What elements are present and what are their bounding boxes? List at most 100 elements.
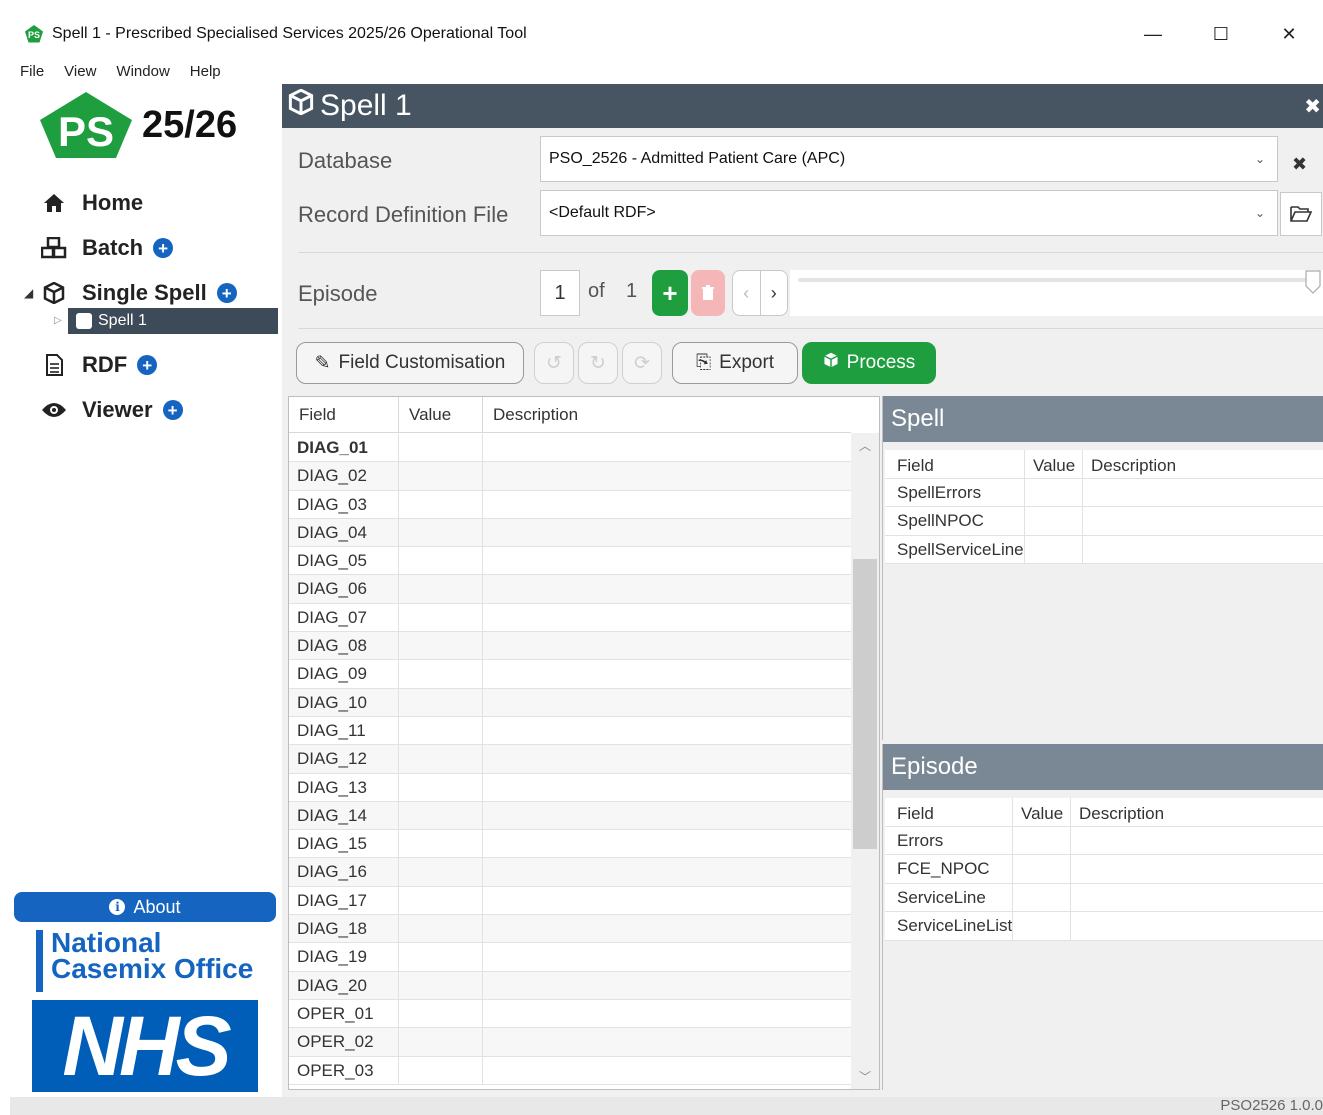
value-cell[interactable] [399, 773, 483, 801]
column-description[interactable]: Description [483, 397, 851, 432]
value-cell[interactable] [399, 490, 483, 518]
value-cell[interactable] [399, 575, 483, 603]
value-cell[interactable] [399, 434, 483, 462]
table-row[interactable]: FCE_NPOC [885, 855, 1323, 884]
refresh-button[interactable]: ⟳ [622, 342, 662, 384]
menu-window[interactable]: Window [106, 63, 179, 80]
value-cell[interactable] [399, 547, 483, 575]
nav-batch[interactable]: Batch + [40, 235, 174, 261]
table-row[interactable]: SpellNPOC [885, 507, 1323, 536]
value-cell[interactable] [399, 603, 483, 632]
value-cell[interactable] [399, 915, 483, 943]
tree-item-spell-1[interactable]: Spell 1 [68, 308, 278, 334]
collapse-arrow-icon[interactable]: ◢ [24, 286, 33, 300]
table-row[interactable]: DIAG_05 [289, 547, 851, 576]
table-row[interactable]: DIAG_11 [289, 716, 851, 746]
table-row[interactable]: DIAG_10 [289, 688, 851, 717]
table-row[interactable]: DIAG_12 [289, 745, 851, 774]
table-row[interactable]: DIAG_14 [289, 801, 851, 831]
scroll-down-icon[interactable]: ﹀ [851, 1068, 879, 1085]
expand-arrow-icon[interactable]: ▷ [54, 315, 62, 326]
previous-episode-button[interactable]: ‹ [733, 271, 760, 315]
column-value[interactable]: Value [399, 397, 483, 432]
minimize-button[interactable]: — [1119, 10, 1187, 58]
table-row[interactable]: DIAG_01 [289, 434, 851, 463]
add-episode-button[interactable]: + [652, 270, 688, 316]
menu-file[interactable]: File [10, 63, 54, 80]
table-row[interactable]: DIAG_08 [289, 632, 851, 661]
table-row[interactable]: DIAG_16 [289, 858, 851, 887]
menu-view[interactable]: View [54, 63, 106, 80]
value-cell[interactable] [399, 660, 483, 688]
scroll-up-icon[interactable]: ︿ [851, 437, 879, 454]
table-row[interactable]: DIAG_13 [289, 773, 851, 802]
table-row[interactable]: DIAG_03 [289, 490, 851, 519]
database-select[interactable]: PSO_2526 - Admitted Patient Care (APC) ⌄ [540, 136, 1278, 182]
about-button[interactable]: i About [14, 892, 276, 922]
value-cell[interactable] [399, 801, 483, 830]
value-cell[interactable] [399, 716, 483, 745]
table-row[interactable]: DIAG_19 [289, 943, 851, 972]
field-customisation-button[interactable]: ✎ Field Customisation [296, 342, 524, 384]
field-cell: DIAG_08 [289, 632, 399, 660]
undo-button[interactable]: ↺ [534, 342, 574, 384]
close-tab-icon[interactable]: ✖ [1304, 94, 1321, 119]
value-cell[interactable] [399, 830, 483, 858]
episode-slider[interactable] [790, 270, 1323, 316]
value-cell[interactable] [399, 745, 483, 773]
value-cell[interactable] [399, 1028, 483, 1056]
table-row[interactable]: DIAG_15 [289, 830, 851, 859]
table-row[interactable]: ServiceLine [885, 883, 1323, 912]
table-row[interactable]: OPER_03 [289, 1056, 851, 1085]
process-button[interactable]: Process [802, 342, 936, 384]
rdf-select[interactable]: <Default RDF> ⌄ [540, 190, 1278, 236]
table-row[interactable]: DIAG_09 [289, 660, 851, 689]
table-row[interactable]: DIAG_04 [289, 518, 851, 548]
add-rdf-icon[interactable]: + [137, 355, 158, 375]
table-row[interactable]: SpellErrors [885, 478, 1323, 507]
export-button[interactable]: ⎘ Export [672, 342, 798, 384]
close-window-button[interactable]: ✕ [1255, 10, 1323, 58]
value-cell[interactable] [399, 518, 483, 547]
table-row[interactable]: DIAG_20 [289, 971, 851, 1000]
table-row[interactable]: DIAG_07 [289, 603, 851, 633]
value-cell[interactable] [399, 462, 483, 490]
table-row[interactable]: OPER_01 [289, 999, 851, 1029]
scrollbar-thumb[interactable] [853, 559, 877, 849]
value-cell[interactable] [399, 858, 483, 886]
table-row[interactable]: Errors [885, 826, 1323, 855]
column-field[interactable]: Field [289, 397, 399, 432]
slider-thumb[interactable] [1305, 270, 1321, 294]
table-row[interactable]: DIAG_06 [289, 575, 851, 604]
table-row[interactable]: ServiceLineList [885, 912, 1323, 941]
table-row[interactable]: SpellServiceLine [885, 535, 1323, 564]
value-cell[interactable] [399, 886, 483, 915]
menu-help[interactable]: Help [180, 63, 231, 80]
value-cell[interactable] [399, 632, 483, 660]
table-row[interactable]: DIAG_18 [289, 915, 851, 944]
value-cell[interactable] [399, 1056, 483, 1084]
delete-episode-button[interactable] [691, 270, 725, 316]
nav-viewer[interactable]: Viewer + [40, 397, 183, 423]
vertical-scrollbar[interactable]: ︿ ﹀ [851, 433, 879, 1089]
next-episode-button[interactable]: › [759, 271, 788, 315]
nav-rdf[interactable]: RDF + [40, 352, 158, 378]
field-cell: SpellServiceLine [885, 535, 1025, 563]
value-cell[interactable] [399, 971, 483, 999]
add-batch-icon[interactable]: + [153, 238, 174, 258]
nav-single-spell[interactable]: Single Spell + [40, 280, 237, 306]
add-spell-icon[interactable]: + [216, 283, 237, 303]
clear-database-icon[interactable]: ✖ [1292, 154, 1307, 175]
add-viewer-icon[interactable]: + [162, 400, 183, 420]
redo-button[interactable]: ↻ [578, 342, 618, 384]
table-row[interactable]: DIAG_02 [289, 462, 851, 491]
maximize-button[interactable]: ☐ [1187, 10, 1255, 58]
open-rdf-button[interactable] [1280, 192, 1322, 236]
nav-home[interactable]: Home [40, 190, 143, 216]
value-cell[interactable] [399, 943, 483, 971]
value-cell[interactable] [399, 999, 483, 1028]
table-row[interactable]: OPER_02 [289, 1028, 851, 1057]
episode-number-input[interactable]: 1 [540, 270, 580, 316]
value-cell[interactable] [399, 688, 483, 716]
table-row[interactable]: DIAG_17 [289, 886, 851, 916]
